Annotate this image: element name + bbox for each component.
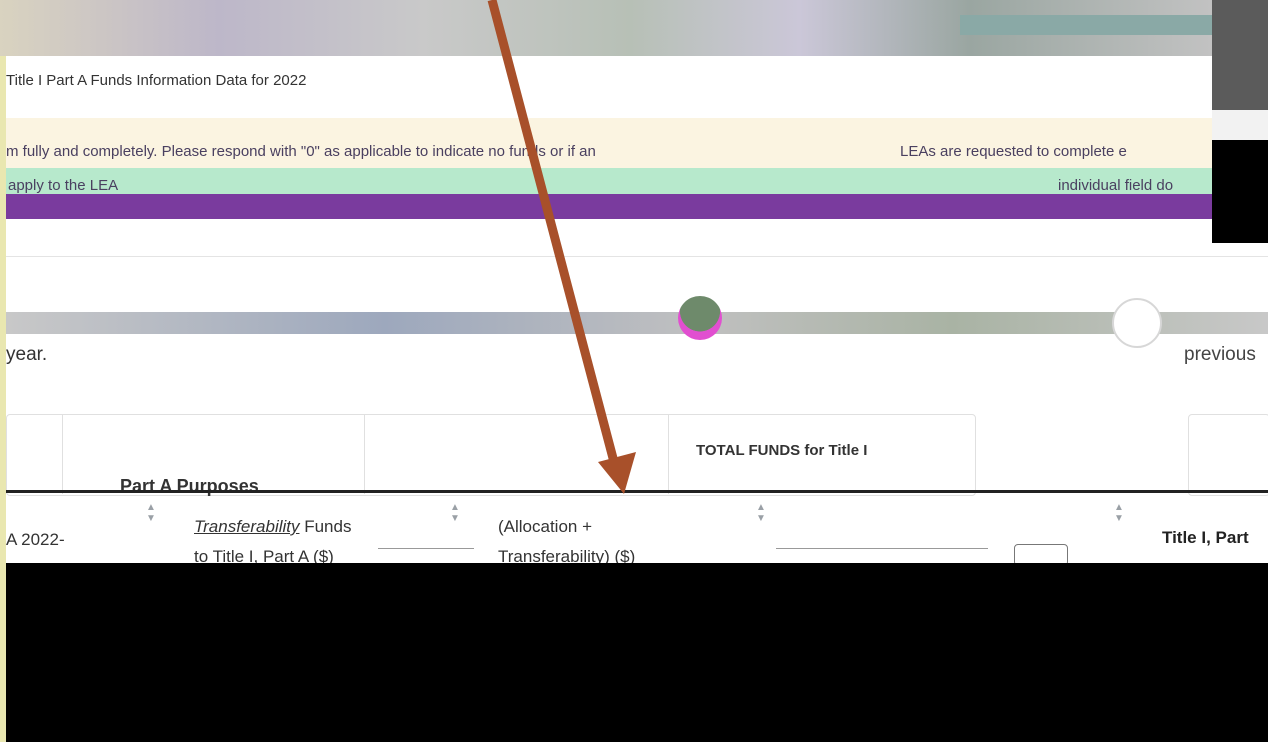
previous-text: previous [1184, 344, 1256, 365]
page-title: Title I Part A Funds Information Data fo… [6, 72, 307, 89]
column-header-year[interactable]: A 2022- [6, 530, 65, 550]
right-side-panel-lower [1212, 140, 1268, 243]
year-text: year. [6, 344, 48, 365]
column-header-totals[interactable]: TOTAL FUNDS for Title I [696, 442, 867, 459]
info-bar-text: apply to the LEA [8, 177, 119, 194]
redacted-area [6, 563, 1268, 742]
avatar-circle-icon [678, 296, 722, 340]
allocation-line1: (Allocation + [498, 517, 593, 536]
sort-icon[interactable]: ▲ ▼ [146, 502, 156, 524]
column-separator [668, 414, 669, 494]
column-header-part-a-purposes[interactable]: Part A Purposes [120, 476, 259, 497]
notice-text-right: LEAs are requested to complete e [900, 143, 1127, 160]
column-header-title-i[interactable]: Title I, Part [1162, 528, 1249, 548]
right-side-panel [1212, 0, 1268, 110]
table-header-rule [6, 490, 1268, 493]
notice-text: m fully and completely. Please respond w… [6, 143, 596, 160]
transferability-term: Transferability [194, 517, 300, 536]
column-separator [62, 414, 63, 494]
column-separator [364, 414, 365, 494]
sort-icon[interactable]: ▲ ▼ [1114, 502, 1124, 524]
sort-icon[interactable]: ▲ ▼ [450, 502, 460, 524]
cell-divider [776, 548, 988, 549]
transferability-rest: Funds [299, 517, 352, 536]
round-button[interactable] [1112, 298, 1162, 348]
table-header-box-right [1188, 414, 1268, 496]
info-bar [6, 168, 1212, 194]
header-highlight [960, 15, 1212, 35]
cell-divider [378, 548, 474, 549]
right-side-panel-divider [1212, 110, 1268, 140]
sort-icon[interactable]: ▲ ▼ [756, 502, 766, 524]
section-heading [6, 312, 1268, 334]
section-rule [6, 256, 1268, 257]
section-divider-bar [6, 194, 1212, 219]
info-bar-link[interactable]: individual field do [1058, 177, 1173, 194]
